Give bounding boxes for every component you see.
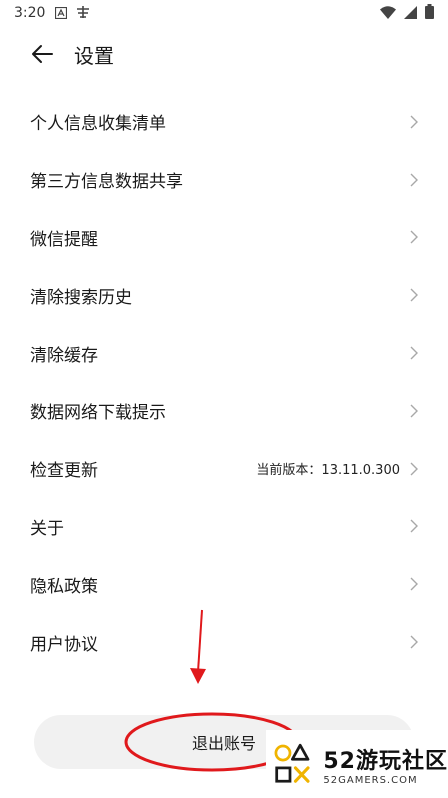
status-time: 3:20 (14, 5, 46, 21)
settings-item-label: 数据网络下载提示 (30, 403, 166, 424)
back-arrow-icon (32, 45, 53, 63)
settings-item-label: 隐私政策 (30, 576, 98, 597)
chevron-right-icon (410, 173, 418, 187)
settings-item-label: 用户协议 (30, 634, 98, 655)
version-value: 当前版本：13.11.0.300 (256, 463, 400, 479)
watermark-logo-icon (274, 743, 310, 783)
watermark-subtitle: 52GAMERS.COM (323, 774, 418, 786)
settings-item-label: 微信提醒 (30, 229, 98, 250)
wifi-icon (380, 4, 396, 23)
chevron-right-icon (410, 346, 418, 360)
settings-item-label: 个人信息收集清单 (30, 114, 166, 135)
settings-item-label: 关于 (30, 518, 64, 539)
settings-item-label: 第三方信息数据共享 (30, 172, 183, 193)
settings-item-label: 清除缓存 (30, 345, 98, 366)
settings-item-personal-info-list[interactable]: 个人信息收集清单 (0, 93, 448, 151)
chevron-right-icon (410, 519, 418, 533)
app-header: 设置 (0, 30, 448, 78)
settings-item-check-update[interactable]: 检查更新 当前版本：13.11.0.300 (0, 440, 448, 498)
chevron-right-icon (410, 115, 418, 129)
settings-item-clear-cache[interactable]: 清除缓存 (0, 324, 448, 382)
notification-a-icon (55, 4, 68, 23)
chevron-right-icon (410, 635, 418, 649)
settings-item-wechat-reminder[interactable]: 微信提醒 (0, 209, 448, 267)
settings-list: 个人信息收集清单 第三方信息数据共享 微信提醒 清除搜索历史 清除缓存 数据网络… (0, 93, 448, 671)
chevron-right-icon (410, 230, 418, 244)
signal-icon (404, 4, 417, 23)
settings-item-label: 清除搜索历史 (30, 287, 132, 308)
back-button[interactable] (22, 34, 62, 74)
chevron-right-icon (410, 288, 418, 302)
settings-item-user-agreement[interactable]: 用户协议 (0, 613, 448, 671)
settings-item-privacy-policy[interactable]: 隐私政策 (0, 555, 448, 613)
battery-icon (425, 3, 434, 23)
watermark: 52游玩社区 52GAMERS.COM (266, 730, 448, 798)
chevron-right-icon (410, 577, 418, 591)
app-notification-icon (75, 4, 91, 23)
settings-item-label: 检查更新 (30, 461, 98, 482)
settings-item-data-network-download[interactable]: 数据网络下载提示 (0, 382, 448, 440)
chevron-right-icon (410, 404, 418, 418)
status-bar: 3:20 (0, 0, 448, 26)
settings-item-third-party-sharing[interactable]: 第三方信息数据共享 (0, 151, 448, 209)
chevron-right-icon (410, 462, 418, 476)
watermark-title: 52游玩社区 (323, 748, 448, 774)
page-title: 设置 (74, 43, 114, 68)
settings-item-clear-search-history[interactable]: 清除搜索历史 (0, 266, 448, 324)
settings-item-about[interactable]: 关于 (0, 498, 448, 556)
